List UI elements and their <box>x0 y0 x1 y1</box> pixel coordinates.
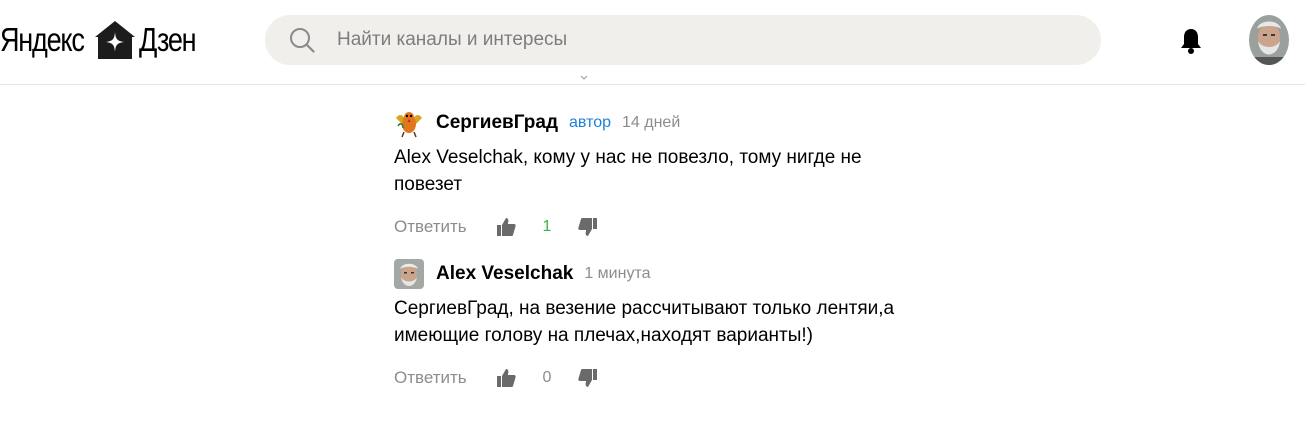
logo-yandex-text: Яндекс <box>0 21 85 58</box>
comment-text-line: СергиевГрад, на везение рассчитывают тол… <box>394 298 895 319</box>
comment-header: Alex Veselchak 1 минута <box>394 259 954 289</box>
comment-item: СергиевГрад автор 14 дней Alex Veselchak… <box>394 108 954 242</box>
comment-actions: Ответить 0 <box>394 363 954 393</box>
like-count: 0 <box>542 369 552 386</box>
logo-zen-text: Дзен <box>139 21 197 58</box>
comment-author[interactable]: СергиевГрад <box>436 112 558 134</box>
comment-header: СергиевГрад автор 14 дней <box>394 108 954 138</box>
zen-house-icon <box>95 21 135 59</box>
reply-button[interactable]: Ответить <box>394 368 496 388</box>
comment-item: Alex Veselchak 1 минута СергиевГрад, на … <box>394 259 954 393</box>
user-avatar[interactable] <box>1249 15 1289 65</box>
comment-text: Alex Veselchak, кому у нас не повезло, т… <box>394 144 934 198</box>
comment-text-line: имеющие голову на плечах,находят вариант… <box>394 325 813 346</box>
user-avatar-image <box>1249 15 1289 65</box>
thumbs-down-icon[interactable] <box>578 217 598 237</box>
search-icon <box>290 28 315 53</box>
search-input[interactable] <box>335 28 1101 52</box>
yandex-zen-logo[interactable]: Яндекс Дзен <box>0 18 199 62</box>
channel-avatar[interactable] <box>394 108 424 138</box>
comment-time: 14 дней <box>622 114 681 131</box>
comment-author[interactable]: Alex Veselchak <box>436 263 573 285</box>
search-bar[interactable] <box>265 15 1101 65</box>
reply-button[interactable]: Ответить <box>394 217 496 237</box>
comment-text-line: Alex Veselchak, кому у нас не повезло, т… <box>394 147 862 168</box>
chevron-down-icon <box>580 75 588 80</box>
like-count: 1 <box>542 218 552 235</box>
top-header: Яндекс Дзен <box>0 0 1305 85</box>
thumbs-up-icon[interactable] <box>496 368 516 388</box>
comment-text: СергиевГрад, на везение рассчитывают тол… <box>394 295 934 349</box>
thumbs-up-icon[interactable] <box>496 217 516 237</box>
user-avatar[interactable] <box>394 259 424 289</box>
author-badge: автор <box>569 114 612 131</box>
thumbs-down-icon[interactable] <box>578 368 598 388</box>
bell-icon[interactable] <box>1178 27 1204 55</box>
comment-text-line: повезет <box>394 174 463 195</box>
comment-time: 1 минута <box>584 265 651 282</box>
comment-actions: Ответить 1 <box>394 212 954 242</box>
